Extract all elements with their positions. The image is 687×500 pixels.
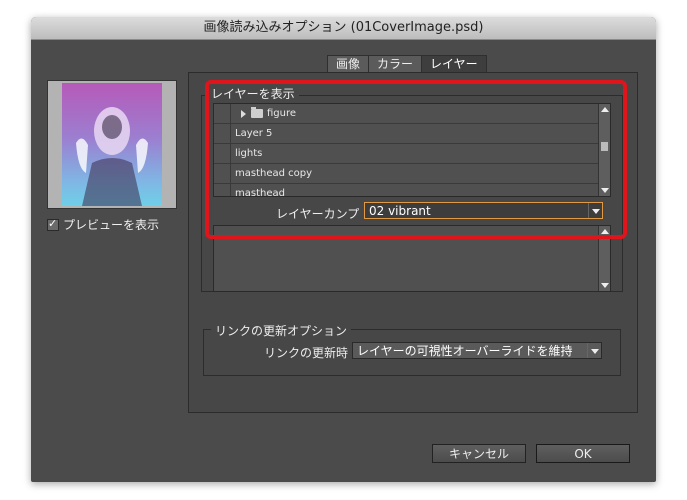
scroll-down-arrow-icon[interactable] (601, 283, 609, 288)
preview-checkbox-label: プレビューを表示 (63, 218, 160, 232)
dialog-window: 画像読み込みオプション (01CoverImage.psd) 画像 カラー レイ… (31, 17, 656, 482)
cover-image-preview (62, 83, 162, 206)
link-update-select[interactable]: レイヤーの可視性オーバーライドを維持 (352, 342, 602, 359)
portrait-silhouette (76, 107, 148, 206)
highlight-outline (205, 80, 627, 239)
preview-checkbox-box[interactable] (47, 217, 59, 231)
preview-thumbnail (47, 80, 177, 209)
link-update-label: リンクの更新時 : (264, 346, 356, 360)
ok-button[interactable]: OK (536, 444, 630, 463)
preview-checkbox[interactable]: プレビューを表示 (47, 216, 159, 233)
link-update-title: リンクの更新オプション (211, 322, 352, 339)
chevron-down-icon[interactable] (587, 343, 601, 358)
cancel-button[interactable]: キャンセル (432, 444, 526, 463)
window-title: 画像読み込みオプション (01CoverImage.psd) (31, 17, 656, 40)
link-update-value: レイヤーの可視性オーバーライドを維持 (357, 344, 573, 358)
